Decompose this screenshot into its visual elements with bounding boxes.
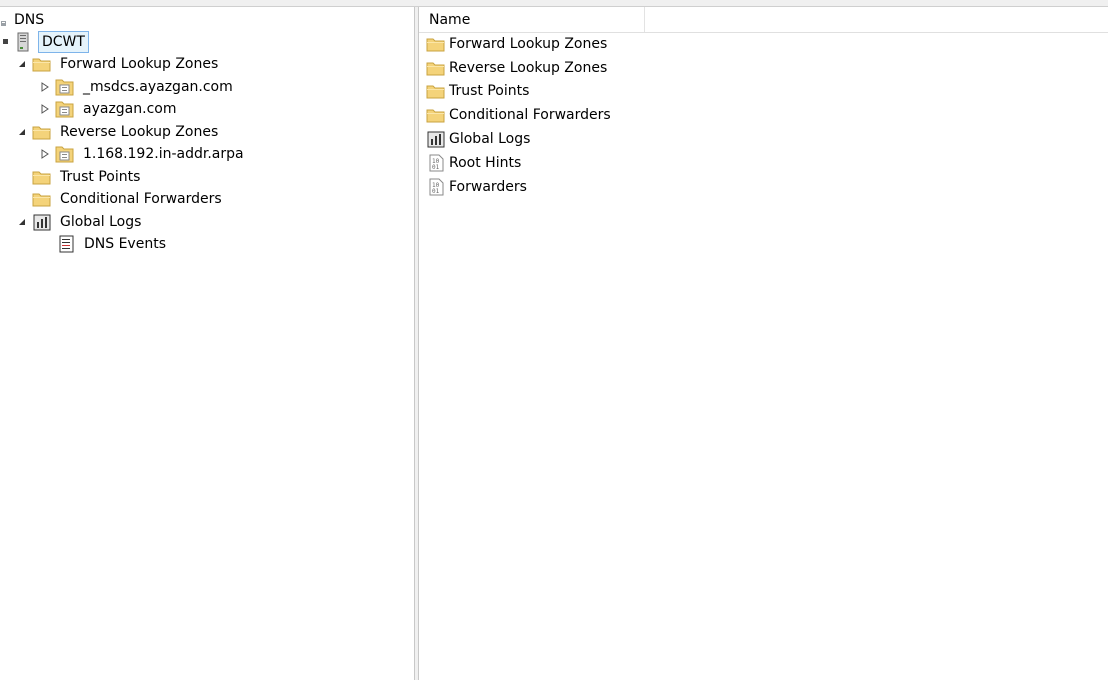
tree-item-label: Global Logs (60, 214, 142, 230)
tree-item-trust-points[interactable]: Trust Points (32, 166, 142, 188)
svg-text:01: 01 (432, 188, 440, 195)
list-item-global-logs[interactable]: Global Logs (426, 128, 530, 150)
list-item-label: Trust Points (449, 83, 530, 99)
tree-item-label: DNS (14, 12, 45, 28)
zone-icon (55, 78, 75, 96)
server-bullet-icon (0, 33, 12, 51)
folder-icon (426, 82, 446, 100)
results-list: Name Forward Lookup Zones Reverse Lookup… (419, 7, 1108, 680)
list-item-label: Forwarders (449, 179, 527, 195)
folder-icon (32, 168, 52, 186)
tree-item-label: DCWT (38, 31, 89, 53)
expanded-arrow-icon[interactable] (16, 126, 28, 138)
tree-item-label: Reverse Lookup Zones (60, 124, 219, 140)
list-item-reverse-lookup-zones[interactable]: Reverse Lookup Zones (426, 57, 607, 79)
list-item-label: Reverse Lookup Zones (449, 60, 608, 76)
dns-root-icon (0, 11, 10, 29)
expanded-arrow-icon[interactable] (16, 58, 28, 70)
tree-item-label: Conditional Forwarders (60, 191, 222, 207)
folder-icon (32, 55, 52, 73)
list-item-label: Root Hints (449, 155, 522, 171)
tree-item-reverse-lookup-zones[interactable]: Reverse Lookup Zones (16, 121, 220, 143)
tree-item-dns-events[interactable]: DNS Events (56, 233, 168, 255)
collapsed-arrow-icon[interactable] (39, 148, 51, 160)
collapsed-arrow-icon[interactable] (39, 103, 51, 115)
log-icon (426, 130, 446, 148)
tree-item-zone-reverse[interactable]: 1.168.192.in-addr.arpa (39, 143, 246, 165)
column-header-name[interactable]: Name (419, 7, 645, 32)
list-item-forward-lookup-zones[interactable]: Forward Lookup Zones (426, 33, 607, 55)
server-icon (12, 32, 34, 52)
list-item-label: Forward Lookup Zones (449, 36, 608, 52)
console-tree: DNS DCWT Forward Lookup Zones _msdcs.aya… (0, 7, 414, 680)
tree-item-server[interactable]: DCWT (0, 31, 89, 53)
tree-item-global-logs[interactable]: Global Logs (16, 211, 143, 233)
binary-file-icon: 10 01 (426, 178, 446, 196)
tree-item-label: DNS Events (84, 236, 166, 252)
event-log-icon (56, 235, 76, 253)
svg-text:01: 01 (432, 164, 440, 171)
folder-icon (426, 106, 446, 124)
folder-icon (426, 35, 446, 53)
tree-item-forward-lookup-zones[interactable]: Forward Lookup Zones (16, 53, 220, 75)
list-item-root-hints[interactable]: 10 01 Root Hints (426, 152, 521, 174)
folder-icon (426, 59, 446, 77)
tree-item-zone-msdcs[interactable]: _msdcs.ayazgan.com (39, 76, 235, 98)
tree-item-label: ayazgan.com (83, 101, 177, 117)
list-item-trust-points[interactable]: Trust Points (426, 80, 529, 102)
list-item-label: Conditional Forwarders (449, 107, 611, 123)
tree-item-label: 1.168.192.in-addr.arpa (83, 146, 244, 162)
tree-item-label: _msdcs.ayazgan.com (83, 79, 233, 95)
folder-icon (32, 123, 52, 141)
tree-item-zone-ayazgan[interactable]: ayazgan.com (39, 98, 178, 120)
list-header: Name (419, 7, 1108, 33)
expanded-arrow-icon[interactable] (16, 216, 28, 228)
binary-file-icon: 10 01 (426, 154, 446, 172)
list-item-label: Global Logs (449, 131, 531, 147)
folder-icon (32, 190, 52, 208)
tree-item-label: Forward Lookup Zones (60, 56, 219, 72)
list-item-conditional-forwarders[interactable]: Conditional Forwarders (426, 104, 611, 126)
log-icon (32, 213, 52, 231)
tree-item-conditional-forwarders[interactable]: Conditional Forwarders (32, 188, 224, 210)
tree-item-dns-root[interactable]: DNS (0, 9, 46, 31)
window-top-edge (0, 0, 1108, 7)
zone-icon (55, 145, 75, 163)
collapsed-arrow-icon[interactable] (39, 81, 51, 93)
tree-item-label: Trust Points (60, 169, 141, 185)
zone-icon (55, 100, 75, 118)
list-item-forwarders[interactable]: 10 01 Forwarders (426, 176, 527, 198)
